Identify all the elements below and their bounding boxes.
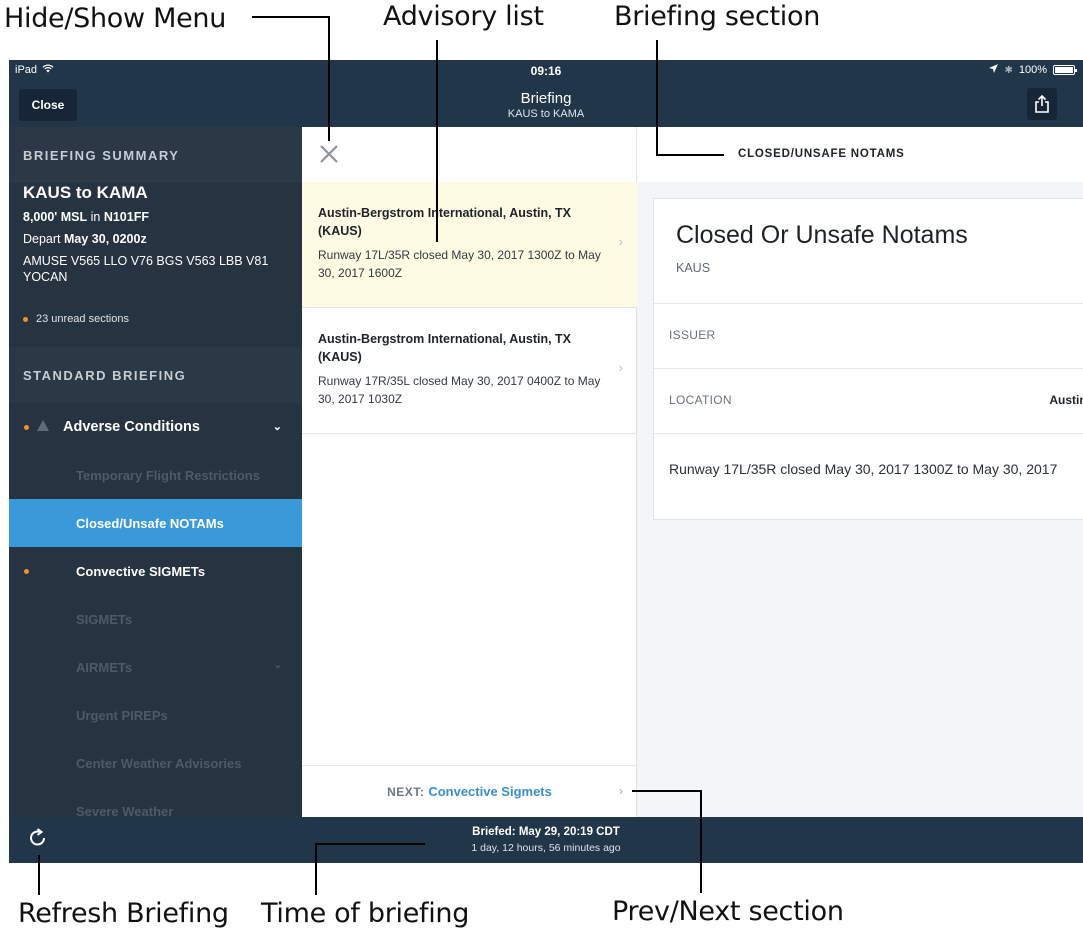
sidebar-item-tfr[interactable]: Temporary Flight Restrictions — [9, 451, 302, 499]
sidebar-menu: BRIEFING SUMMARY KAUS to KAMA 8,000' MSL… — [9, 127, 302, 817]
summary-route-string: AMUSE V565 LLO V76 BGS V563 LBB V81 YOCA… — [23, 254, 269, 284]
summary-altitude: 8,000' MSL — [23, 210, 88, 224]
sidebar-item-convective-sigmets[interactable]: Convective SIGMETs — [9, 547, 302, 595]
briefing-summary: KAUS to KAMA 8,000' MSL in N101FF Depart… — [9, 183, 302, 347]
briefing-summary-header: BRIEFING SUMMARY — [9, 127, 302, 183]
chevron-down-icon: ⌄ — [273, 660, 282, 671]
share-icon — [1035, 95, 1049, 113]
advisory-detail: Runway 17R/35L closed May 30, 2017 0400Z… — [318, 374, 601, 406]
sidebar-item-label: SIGMETs — [76, 611, 133, 627]
chevron-right-icon: › — [618, 360, 623, 375]
notam-airport: KAUS — [676, 261, 711, 275]
battery-percent: 100% — [1018, 64, 1047, 76]
chevron-right-icon: › — [618, 234, 623, 249]
ipad-screen: iPad 09:16 ✱ 100% Close Briefing KAUS to… — [9, 60, 1083, 863]
next-section-button[interactable]: NEXT: Convective Sigmets › — [302, 765, 637, 817]
bottom-bar: Briefed: May 29, 20:19 CDT 1 day, 12 hou… — [9, 817, 1083, 863]
sidebar-item-label: Temporary Flight Restrictions — [76, 467, 260, 483]
location-arrow-icon — [989, 64, 999, 76]
callout-line — [700, 790, 702, 893]
callout-line — [315, 844, 317, 895]
chevron-right-icon: › — [619, 784, 623, 798]
callout-line — [632, 790, 702, 792]
page-title: Briefing — [520, 90, 572, 107]
summary-in: in — [90, 210, 101, 224]
callout-prev-next-section: Prev/Next section — [612, 896, 844, 927]
notam-body: Runway 17L/35R closed May 30, 2017 1300Z… — [669, 461, 1058, 477]
advisory-title: Austin-Bergstrom International, Austin, … — [318, 206, 572, 238]
sidebar-item-center-weather-advisories[interactable]: Center Weather Advisories — [9, 739, 302, 787]
summary-route: KAUS to KAMA — [23, 183, 148, 202]
unread-dot — [23, 316, 28, 322]
sidebar-item-urgent-pireps[interactable]: Urgent PIREPs — [9, 691, 302, 739]
sidebar-group-adverse-conditions[interactable]: Adverse Conditions ⌄ — [9, 403, 302, 451]
callout-line — [38, 855, 40, 895]
summary-aircraft: N101FF — [103, 210, 149, 224]
callout-line — [656, 40, 658, 156]
bluetooth-icon: ✱ — [1004, 64, 1013, 76]
location-row: LOCATION Austin-I — [654, 368, 1083, 433]
location-label: LOCATION — [669, 393, 732, 407]
sidebar-group-label: Adverse Conditions — [63, 419, 200, 435]
sidebar-item-label: Severe Weather — [76, 803, 174, 818]
hide-show-menu-button[interactable] — [318, 143, 342, 167]
summary-depart-label: Depart — [23, 232, 61, 246]
summary-altitude-line: 8,000' MSL in N101FF — [23, 209, 288, 225]
unread-count: 23 unread sections — [23, 313, 129, 325]
callout-refresh-briefing: Refresh Briefing — [18, 898, 229, 929]
issuer-label: ISSUER — [669, 328, 716, 342]
summary-depart-line: Depart May 30, 0200z — [23, 231, 288, 247]
issuer-row: ISSUER — [654, 303, 1083, 368]
battery-icon — [1053, 65, 1077, 75]
detail-pane: Closed Or Unsafe Notams KAUS ISSUER LOCA… — [637, 182, 1083, 817]
unread-dot — [24, 425, 29, 430]
sidebar-item-closed-unsafe-notams[interactable]: Closed/Unsafe NOTAMs — [9, 499, 302, 547]
location-value: Austin-I — [1049, 393, 1083, 407]
notam-heading: Closed Or Unsafe Notams — [676, 221, 968, 249]
next-label: NEXT: — [387, 784, 425, 799]
page-subtitle: KAUS to KAMA — [507, 108, 585, 120]
status-time: 09:16 — [530, 64, 562, 78]
advisory-title: Austin-Bergstrom International, Austin, … — [318, 332, 572, 364]
briefing-section-title: CLOSED/UNSAFE NOTAMS — [738, 148, 905, 160]
nav-bar: Close Briefing KAUS to KAMA — [9, 80, 1083, 127]
warning-icon — [37, 420, 49, 431]
sidebar-item-severe-weather[interactable]: Severe Weather — [9, 787, 302, 818]
advisory-item[interactable]: Austin-Bergstrom International, Austin, … — [302, 182, 637, 308]
briefed-time: Briefed: May 29, 20:19 CDT — [472, 826, 620, 838]
sidebar-item-sigmets[interactable]: SIGMETs — [9, 595, 302, 643]
status-bar: iPad 09:16 ✱ 100% — [9, 60, 1083, 80]
close-icon — [320, 145, 338, 163]
sidebar-item-label: AIRMETs — [76, 659, 133, 675]
body-divider — [654, 433, 1083, 434]
briefed-ago: 1 day, 12 hours, 56 minutes ago — [471, 842, 621, 854]
callout-line — [252, 16, 330, 18]
callout-line — [656, 154, 724, 156]
unread-dot — [24, 569, 29, 574]
sidebar-item-label: Center Weather Advisories — [76, 755, 242, 771]
sidebar-item-label: Urgent PIREPs — [76, 707, 168, 723]
callout-time-of-briefing: Time of briefing — [261, 898, 470, 929]
share-button[interactable] — [1027, 88, 1057, 120]
sidebar-item-airmets[interactable]: AIRMETs ⌄ — [9, 643, 302, 691]
callout-hide-show-menu: Hide/Show Menu — [4, 3, 227, 34]
chevron-down-icon: ⌄ — [272, 421, 282, 433]
sidebar-item-label: Closed/Unsafe NOTAMs — [76, 515, 224, 531]
unread-label: 23 unread sections — [36, 313, 129, 325]
callout-advisory-list: Advisory list — [383, 1, 544, 32]
callout-line — [436, 40, 438, 242]
notam-card: Closed Or Unsafe Notams KAUS ISSUER LOCA… — [653, 198, 1083, 520]
summary-depart-time: May 30, 0200z — [64, 232, 147, 246]
advisory-item[interactable]: Austin-Bergstrom International, Austin, … — [302, 308, 637, 434]
callout-briefing-section: Briefing section — [614, 1, 821, 32]
next-section-name: Convective Sigmets — [428, 784, 552, 799]
standard-briefing-header: STANDARD BRIEFING — [9, 347, 302, 403]
advisory-list: Austin-Bergstrom International, Austin, … — [302, 127, 637, 817]
callout-line — [328, 16, 330, 141]
advisory-detail: Runway 17L/35R closed May 30, 2017 1300Z… — [318, 248, 601, 280]
callout-line — [315, 843, 425, 845]
sidebar-item-label: Convective SIGMETs — [76, 563, 206, 579]
